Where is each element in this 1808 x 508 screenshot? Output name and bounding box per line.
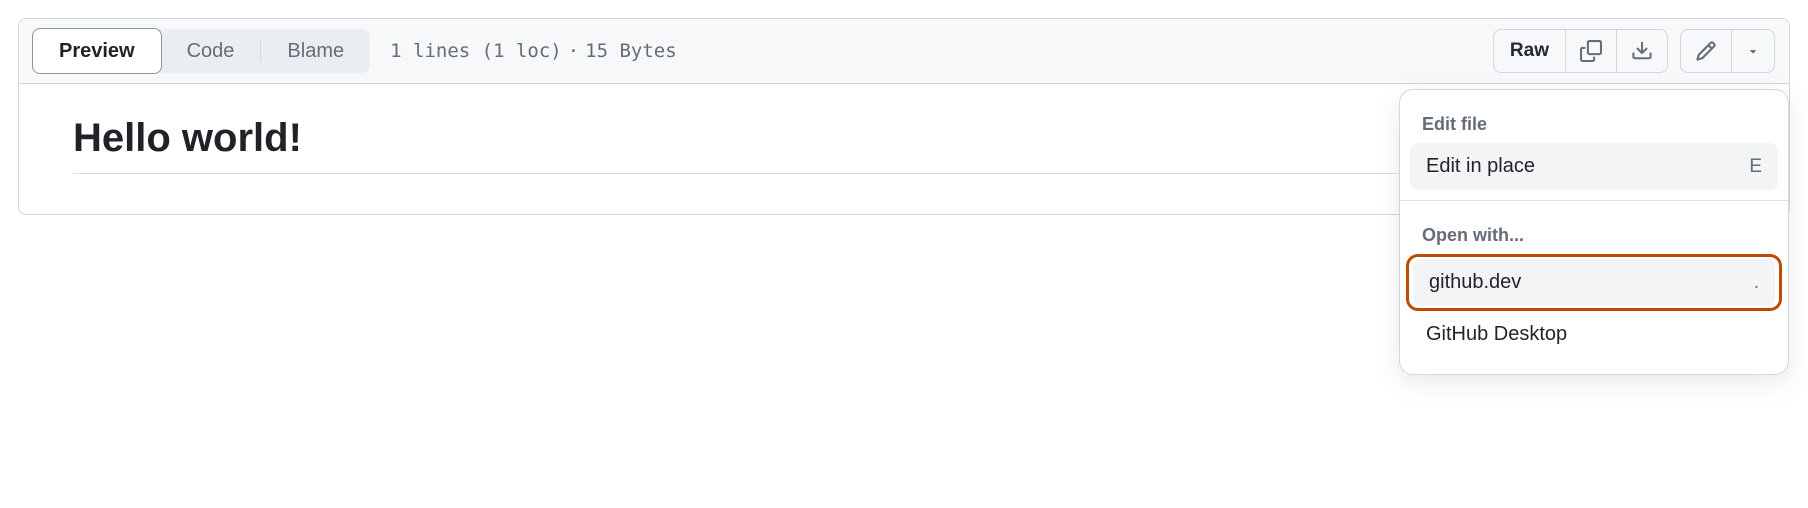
menu-edit-shortcut: E: [1749, 156, 1762, 178]
dropdown-divider: [1400, 200, 1788, 201]
file-lines: 1 lines (1 loc): [390, 40, 562, 62]
download-button[interactable]: [1616, 30, 1667, 72]
file-toolbar: Preview Code Blame 1 lines (1 loc) · 15 …: [19, 19, 1789, 84]
triangle-down-icon: [1746, 44, 1760, 58]
menu-edit-in-place[interactable]: Edit in place E: [1410, 143, 1778, 190]
pencil-icon: [1695, 40, 1717, 62]
file-info-separator: ·: [568, 40, 579, 62]
menu-github-dev[interactable]: github.dev .: [1413, 259, 1775, 306]
view-mode-tabs: Preview Code Blame: [33, 29, 370, 73]
menu-github-dev-label: github.dev: [1429, 271, 1521, 294]
menu-github-desktop[interactable]: GitHub Desktop: [1410, 311, 1778, 358]
edit-button[interactable]: [1681, 30, 1731, 72]
raw-button[interactable]: Raw: [1494, 30, 1565, 72]
file-view-box: Preview Code Blame 1 lines (1 loc) · 15 …: [18, 18, 1790, 215]
menu-github-dev-shortcut: .: [1754, 272, 1759, 294]
download-icon: [1631, 40, 1653, 62]
tab-preview[interactable]: Preview: [32, 28, 162, 74]
file-info: 1 lines (1 loc) · 15 Bytes: [390, 40, 677, 62]
file-actions: Raw: [1493, 29, 1775, 73]
copy-button[interactable]: [1565, 30, 1616, 72]
menu-github-desktop-label: GitHub Desktop: [1426, 323, 1567, 346]
menu-edit-in-place-label: Edit in place: [1426, 155, 1535, 178]
tab-blame[interactable]: Blame: [261, 29, 370, 73]
highlighted-option: github.dev .: [1406, 254, 1782, 311]
copy-icon: [1580, 40, 1602, 62]
edit-dropdown-toggle[interactable]: [1731, 30, 1774, 72]
edit-actions-group: [1680, 29, 1775, 73]
dropdown-section-edit: Edit file: [1400, 100, 1788, 143]
raw-actions-group: Raw: [1493, 29, 1668, 73]
dropdown-section-open: Open with...: [1400, 211, 1788, 254]
file-size: 15 Bytes: [585, 40, 677, 62]
tab-code[interactable]: Code: [161, 29, 261, 73]
edit-dropdown-menu: Edit file Edit in place E Open with... g…: [1399, 89, 1789, 375]
